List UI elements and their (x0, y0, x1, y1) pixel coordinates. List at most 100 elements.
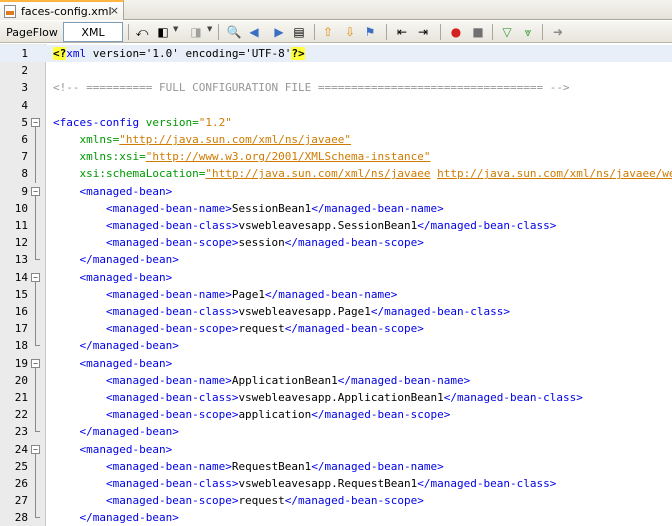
forward-icon[interactable]: ◨ (188, 24, 204, 40)
line-number: 5 (21, 115, 28, 129)
code-text: <managed-bean-name>ApplicationBean1</man… (53, 374, 470, 387)
code-line[interactable]: 3 <!-- ========== FULL CONFIGURATION FILE… (0, 79, 672, 96)
code-token: request (238, 322, 285, 336)
toolbar-separator (386, 24, 387, 40)
code-token: </managed-bean-scope> (284, 494, 424, 508)
code-line[interactable]: 19− <managed-bean> (0, 355, 672, 372)
code-token: <!-- ========== FULL CONFIGURATION FILE … (53, 81, 570, 95)
code-line[interactable]: 8 xsi:schemaLocation="http://java.sun.co… (0, 165, 672, 183)
code-line[interactable]: 28 </managed-bean> (0, 509, 672, 526)
code-line[interactable]: 11 <managed-bean-class>vswebleavesapp.Se… (0, 217, 672, 235)
code-text: <!-- ========== FULL CONFIGURATION FILE … (53, 81, 570, 94)
line-number: 14 (14, 270, 28, 284)
code-line[interactable]: 27 <managed-bean-scope>request</managed-… (0, 492, 672, 510)
code-line[interactable]: 22 <managed-bean-scope>application</mana… (0, 406, 672, 424)
code-line[interactable]: 18 </managed-bean> (0, 337, 672, 354)
code-line[interactable]: 13 </managed-bean> (0, 251, 672, 268)
code-line[interactable]: 25 <managed-bean-name>RequestBean1</mana… (0, 457, 672, 475)
code-line[interactable]: 6 xmlns="http://java.sun.com/xml/ns/java… (0, 131, 672, 149)
code-line[interactable]: 21 <managed-bean-class>vswebleavesapp.Ap… (0, 389, 672, 407)
stop-macro-icon[interactable]: ■ (470, 24, 486, 40)
back-icon[interactable]: ◧ (155, 24, 171, 40)
dropdown-arrow-icon[interactable]: ▼ (173, 25, 178, 33)
line-number: 19 (14, 356, 28, 370)
code-line[interactable]: 1 <?xml version='1.0' encoding='UTF-8'?> (0, 45, 672, 63)
fold-guide (35, 320, 36, 338)
code-token: <managed-bean-scope> (105, 494, 239, 508)
code-token: vswebleavesapp.ApplicationBean1 (238, 391, 444, 404)
fold-toggle-icon[interactable]: − (31, 444, 40, 454)
code-text: </managed-bean> (53, 511, 179, 524)
fold-guide (35, 217, 36, 235)
code-token: <managed-bean-class> (105, 391, 239, 404)
code-line[interactable]: 23 </managed-bean> (0, 423, 672, 440)
code-token: </managed-bean-class> (370, 305, 510, 318)
code-line[interactable]: 15 <managed-bean-name>Page1</managed-bea… (0, 285, 672, 303)
code-line[interactable]: 20 <managed-bean-name>ApplicationBean1</… (0, 371, 672, 389)
last-edit-icon[interactable]: ⤺ (134, 24, 150, 40)
shift-left-icon[interactable]: ⇤ (394, 24, 410, 40)
next-bookmark-icon[interactable]: ⇩ (342, 24, 358, 40)
code-line[interactable]: 16 <managed-bean-class>vswebleavesapp.Pa… (0, 303, 672, 321)
code-text: <managed-bean-class>vswebleavesapp.Reque… (53, 477, 556, 490)
check-xml-icon[interactable]: ▽ (499, 24, 515, 40)
code-line[interactable]: 14− <managed-bean> (0, 269, 672, 286)
code-token: <managed-bean-scope> (105, 322, 239, 336)
toggle-bookmark-icon[interactable]: ⚑ (362, 24, 378, 40)
fold-toggle-icon[interactable]: − (31, 117, 40, 127)
xsl-transform-icon[interactable]: ➜ (550, 24, 566, 40)
line-number: 15 (14, 287, 28, 301)
code-token: request (238, 494, 285, 508)
code-text: <managed-bean-name>RequestBean1</managed… (53, 460, 444, 473)
toggle-highlight-icon[interactable]: ▤ (291, 24, 307, 40)
fold-guide (35, 199, 36, 217)
fold-end-marker (35, 517, 40, 519)
fold-toggle-icon[interactable]: − (31, 358, 40, 368)
fold-guide (35, 165, 36, 183)
close-tab-icon[interactable]: × (110, 4, 119, 17)
code-line[interactable]: 7 xmlns:xsi="http://www.w3.org/2001/XMLS… (0, 148, 672, 166)
code-line[interactable]: 17 <managed-bean-scope>request</managed-… (0, 320, 672, 338)
tab-faces-config[interactable]: faces-config.xml × (0, 0, 124, 20)
code-line[interactable]: 10 <managed-bean-name>SessionBean1</mana… (0, 199, 672, 217)
code-token: </managed-bean-class> (417, 219, 557, 232)
find-icon[interactable]: 🔍 (226, 24, 242, 40)
code-line[interactable]: 5− <faces-config version="1.2" (0, 114, 672, 131)
code-line[interactable]: 4 (0, 97, 672, 114)
code-token: <managed-bean-class> (105, 477, 239, 490)
fold-end-marker (35, 259, 40, 261)
line-number: 24 (14, 442, 28, 456)
validate-xml-icon[interactable]: ⩔ (520, 24, 536, 40)
find-previous-icon[interactable]: ◀ (246, 24, 262, 40)
shift-right-icon[interactable]: ⇥ (415, 24, 431, 40)
fold-toggle-icon[interactable]: − (31, 186, 40, 196)
code-token: <managed-bean> (79, 356, 173, 370)
line-number: 17 (14, 322, 28, 336)
code-line[interactable]: 2 (0, 62, 672, 79)
line-number: 16 (14, 305, 28, 318)
code-line[interactable]: 9− <managed-bean> (0, 183, 672, 200)
toolbar-separator (492, 24, 493, 40)
code-token: </managed-bean-name> (264, 287, 398, 301)
code-line[interactable]: 12 <managed-bean-scope>session</managed-… (0, 234, 672, 252)
toolbar-separator (314, 24, 315, 40)
previous-bookmark-icon[interactable]: ⇧ (320, 24, 336, 40)
fold-toggle-icon[interactable]: − (31, 272, 40, 282)
code-line[interactable]: 26 <managed-bean-class>vswebleavesapp.Re… (0, 475, 672, 493)
xml-editor[interactable]: 1 <?xml version='1.0' encoding='UTF-8'?> 2… (0, 44, 672, 526)
find-next-icon[interactable]: ▶ (271, 24, 287, 40)
tab-xml[interactable]: XML (63, 22, 123, 42)
code-token: <managed-bean> (79, 442, 173, 456)
code-line[interactable]: 24− <managed-bean> (0, 441, 672, 458)
dropdown-arrow-icon[interactable]: ▼ (207, 25, 212, 33)
tab-pageflow[interactable]: PageFlow (3, 22, 61, 42)
line-number: 20 (14, 373, 28, 387)
start-macro-icon[interactable]: ● (448, 24, 464, 40)
line-number: 4 (21, 98, 28, 112)
code-token: "http://www.w3.org/2001/XMLSchema-instan… (145, 150, 431, 164)
line-number: 9 (21, 184, 28, 198)
